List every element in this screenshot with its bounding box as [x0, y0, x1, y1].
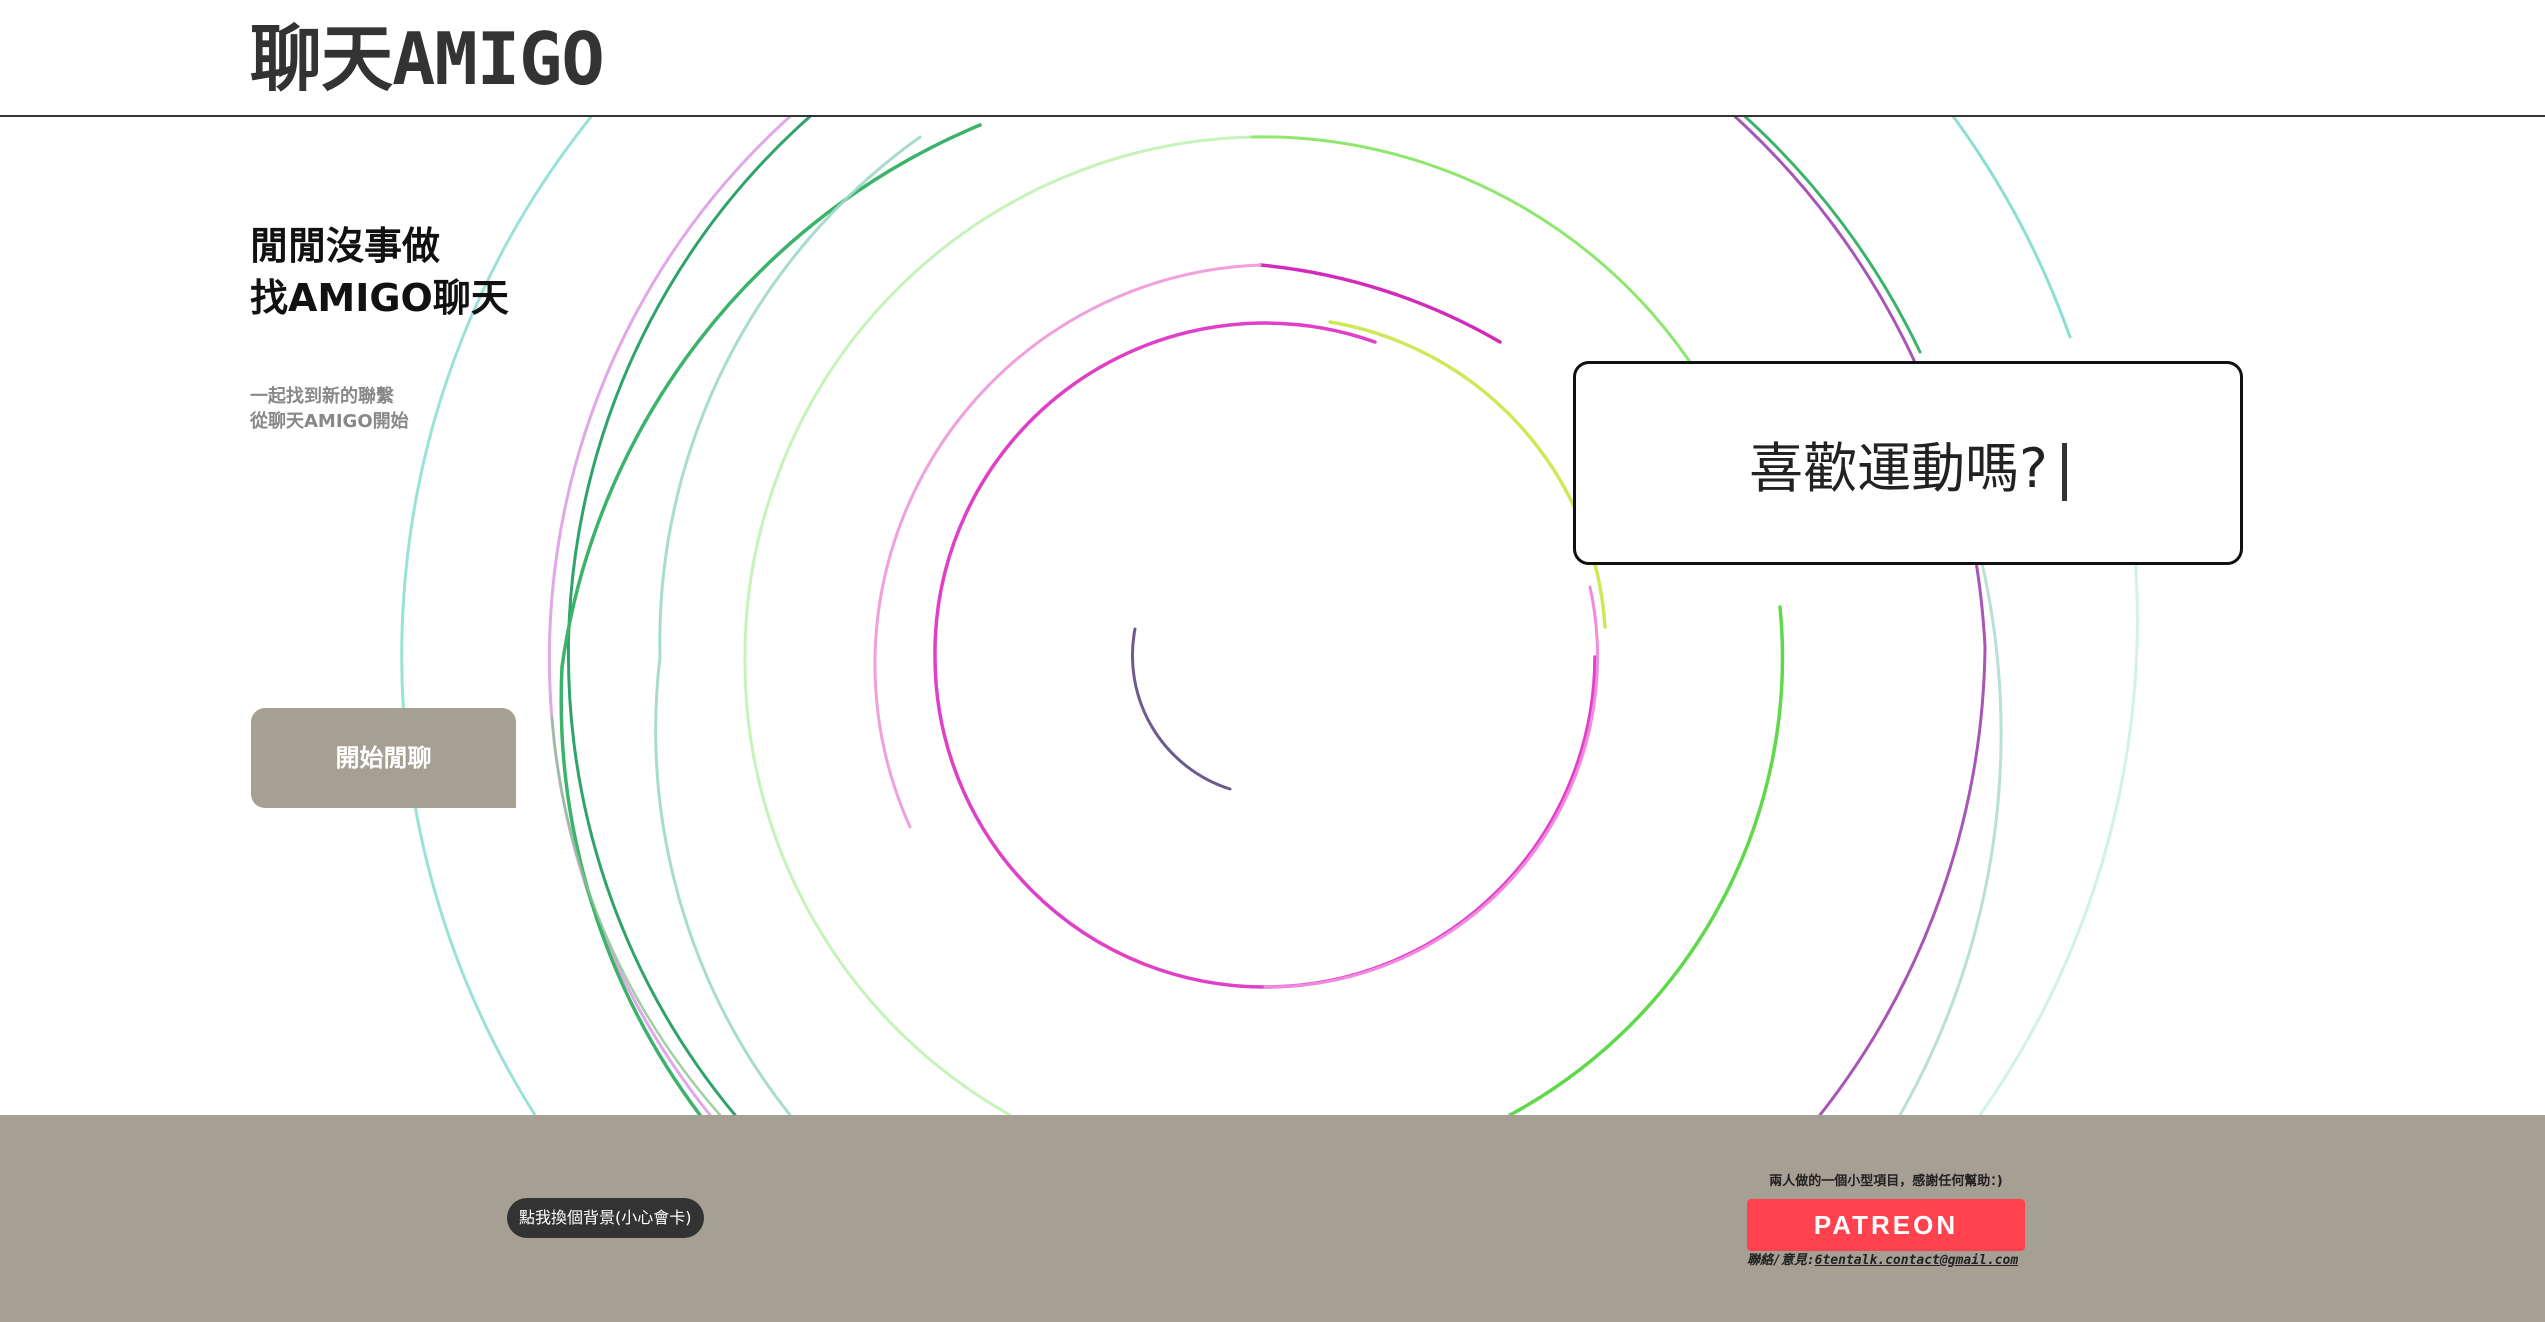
hero-section: 閒閒沒事做 找AMIGO聊天 一起找到新的聯繫 從聊天AMIGO開始 — [250, 220, 509, 434]
ring-arc — [1248, 135, 1702, 379]
hero-subtitle-line1: 一起找到新的聯繫 — [250, 386, 394, 407]
ring-arc — [873, 263, 1262, 829]
ring-arc — [743, 135, 1252, 1115]
ring-arc — [550, 715, 722, 1115]
ring-arc — [559, 123, 982, 1115]
contact-info: 聯絡/意見:6tentalk.contact@gmail.com — [1747, 1249, 2037, 1268]
hero-title-line2: 找AMIGO聊天 — [250, 276, 509, 320]
page: 聊天AMIGO 閒閒沒事做 找AMIGO聊天 一起找到新的聯繫 從聊天AMIGO… — [0, 0, 2545, 1322]
ring-arc — [1263, 585, 1599, 989]
contact-label: 聯絡/意見: — [1747, 1253, 1815, 1268]
ring-arc — [1258, 263, 1502, 344]
ring-arc — [567, 117, 812, 1115]
ring-arc — [547, 117, 792, 1115]
site-logo[interactable]: 聊天AMIGO — [250, 14, 605, 104]
contact-email-link[interactable]: 6tentalk.contact@gmail.com — [1815, 1253, 2019, 1268]
footer: 點我換個背景(小心會卡) 兩人做的一個小型項目，感謝任何幫助：) PATREON… — [0, 1115, 2545, 1322]
start-chat-button[interactable]: 開始閒聊 — [251, 708, 516, 808]
ring-arc — [1130, 627, 1232, 791]
ring-arc — [1328, 320, 1607, 629]
ring-arc — [1898, 515, 2003, 1115]
hero-title-line1: 閒閒沒事做 — [250, 224, 441, 268]
ring-arc — [1733, 117, 1987, 1115]
hero-subtitle: 一起找到新的聯繫 從聊天AMIGO開始 — [250, 384, 509, 434]
ring-arc — [1508, 605, 1785, 1115]
ring-arc — [654, 135, 922, 1115]
ring-arc — [933, 321, 1597, 989]
header: 聊天AMIGO — [0, 0, 2545, 117]
support-note: 兩人做的一個小型項目，感謝任何幫助：) — [1769, 1174, 2003, 1189]
typing-demo-text: 喜歡運動嗎? — [1749, 424, 2067, 503]
patreon-button[interactable]: PATREON — [1747, 1199, 2025, 1251]
typing-demo-box: 喜歡運動嗎? — [1573, 361, 2243, 565]
ring-arc — [1951, 117, 2072, 339]
typing-demo-phrase: 喜歡運動嗎? — [1749, 436, 2048, 500]
hero-subtitle-line2: 從聊天AMIGO開始 — [250, 411, 409, 432]
change-background-button[interactable]: 點我換個背景(小心會卡) — [507, 1198, 704, 1238]
text-cursor — [2061, 442, 2067, 501]
